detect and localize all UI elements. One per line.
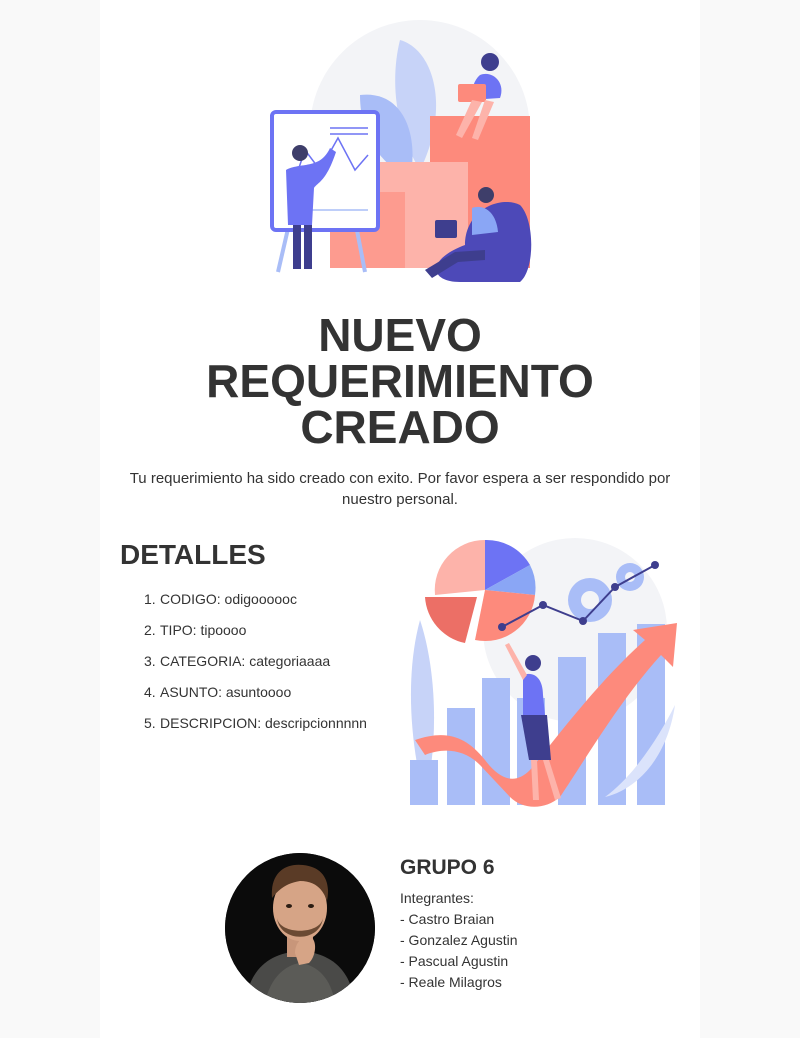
avatar [225, 853, 375, 1003]
page-title: NUEVO REQUERIMIENTO CREADO [100, 312, 700, 450]
list-item-number: 5. [144, 715, 156, 731]
member-name: - Gonzalez Agustin [400, 932, 518, 948]
list-item-text: CODIGO: odigoooooc [160, 591, 297, 607]
details-heading: DETALLES [120, 539, 266, 570]
list-item-text: CATEGORIA: categoriaaaa [160, 653, 331, 669]
list-item: 5. DESCRIPCION: descripcionnnnn [144, 712, 367, 743]
list-item: 1. CODIGO: odigoooooc [144, 588, 367, 619]
group-title: GRUPO 6 [400, 856, 495, 879]
details-list: 1. CODIGO: odigoooooc 2. TIPO: tipoooo 3. C… [144, 588, 367, 743]
title-line: NUEVO [318, 309, 482, 361]
member-name: - Castro Braian [400, 911, 495, 927]
member-name: - Pascual Agustin [400, 953, 509, 969]
list-item-number: 4. [144, 684, 156, 700]
members-label: Integrantes: [400, 890, 474, 906]
list-item-number: 1. [144, 591, 156, 607]
list-item-text: DESCRIPCION: descripcionnnnn [160, 715, 367, 731]
list-item-number: 3. [144, 653, 156, 669]
list-item-text: TIPO: tipoooo [160, 622, 247, 638]
member-name: - Reale Milagros [400, 974, 502, 990]
list-item: 3. CATEGORIA: categoriaaaa [144, 650, 367, 681]
intro-text: Tu requerimiento ha sido creado con exit… [129, 470, 671, 508]
list-item-text: ASUNTO: asuntoooo [160, 684, 292, 700]
title-line: REQUERIMIENTO [206, 355, 594, 407]
members-list: Integrantes: - Castro Braian - Gonzalez … [400, 888, 518, 993]
title-line: CREADO [300, 401, 500, 453]
list-item: 2. TIPO: tipoooo [144, 619, 367, 650]
list-item-number: 2. [144, 622, 156, 638]
business-growth-chart-illustration [410, 538, 677, 807]
team-meeting-illustration [270, 20, 532, 282]
man-portrait-photo [225, 853, 375, 1003]
email-card: NUEVO REQUERIMIENTO CREADO Tu requerimie… [100, 0, 700, 1038]
list-item: 4. ASUNTO: asuntoooo [144, 681, 367, 712]
